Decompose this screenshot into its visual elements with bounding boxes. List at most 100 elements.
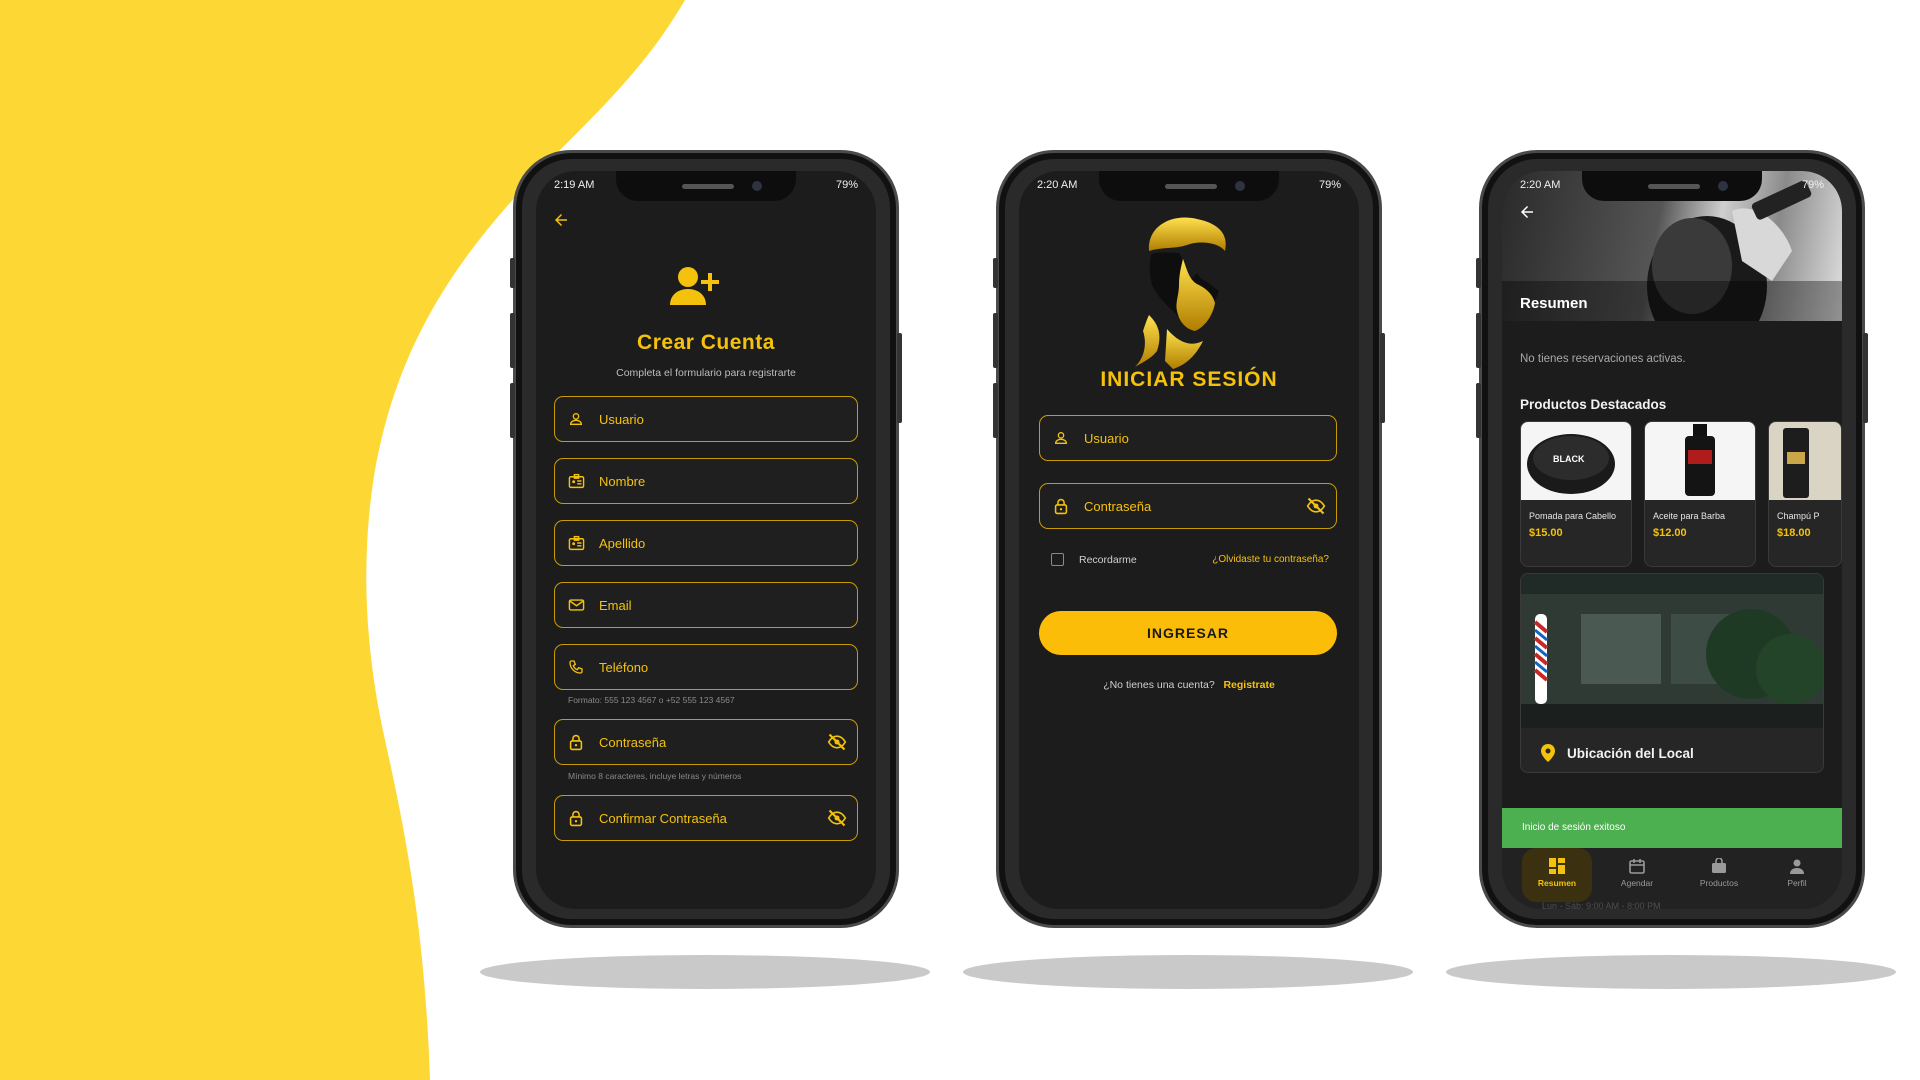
password-label: Contraseña (1084, 498, 1152, 514)
nav-resumen[interactable]: Resumen (1522, 848, 1592, 902)
badge-icon (567, 534, 585, 552)
phone-icon (567, 658, 585, 676)
nav-perfil[interactable]: Perfil (1762, 848, 1832, 902)
phone-login: 2:20 AM 79% INICIAR SESIÓN Usuario Contr… (993, 150, 1385, 928)
status-bar: 2:20 AM 79% (1019, 179, 1359, 197)
product-card[interactable]: BLACK Pomada para Cabello $15.00 (1520, 421, 1632, 567)
password-hint: Mínimo 8 caracteres, incluye letras y nú… (568, 771, 742, 781)
person-icon (567, 410, 585, 428)
phone-hint: Formato: 555 123 4567 o +52 555 123 4567 (568, 695, 735, 705)
product-price: $15.00 (1529, 527, 1563, 539)
nav-productos[interactable]: Productos (1684, 848, 1754, 902)
product-image (1769, 422, 1841, 500)
lastname-label: Apellido (599, 535, 646, 551)
eye-off-icon[interactable] (1306, 497, 1326, 520)
eye-off-icon[interactable] (827, 809, 847, 832)
remember-label: Recordarme (1079, 554, 1137, 566)
login-button[interactable]: INGRESAR (1039, 611, 1337, 655)
product-name: Pomada para Cabello (1529, 511, 1617, 521)
nav-label: Agendar (1620, 878, 1654, 888)
nav-label: Productos (1699, 878, 1739, 888)
product-price: $18.00 (1777, 527, 1811, 539)
status-time: 2:20 AM (1520, 179, 1561, 191)
products-section-title: Productos Destacados (1520, 397, 1667, 412)
arrow-left-icon[interactable] (552, 211, 570, 235)
password-field[interactable]: Contraseña (554, 719, 858, 765)
location-pin-icon (1541, 744, 1555, 767)
person-icon (1052, 429, 1070, 447)
product-card[interactable]: Champú P $18.00 (1768, 421, 1842, 567)
bag-icon (1712, 858, 1726, 873)
password-field[interactable]: Contraseña (1039, 483, 1337, 529)
email-label: Email (599, 597, 632, 613)
product-image (1645, 422, 1755, 500)
username-label: Usuario (599, 411, 644, 427)
battery-level: 79% (835, 179, 858, 191)
toast-text: Inicio de sesión exitoso (1522, 822, 1626, 833)
phone-shadow (480, 955, 930, 989)
username-label: Usuario (1084, 430, 1129, 446)
page-title: Crear Cuenta (637, 331, 775, 354)
lock-icon (1052, 497, 1070, 515)
location-card[interactable]: Ubicación del Local (1520, 573, 1824, 773)
status-bar: 2:20 AM 79% (1502, 179, 1842, 197)
svg-text:BLACK: BLACK (1553, 454, 1585, 464)
confirm-password-label: Confirmar Contraseña (599, 810, 727, 826)
phone-dashboard: 2:20 AM 79% Resumen No tienes reservacio… (1476, 150, 1868, 928)
nav-agendar[interactable]: Agendar (1602, 848, 1672, 902)
remember-checkbox[interactable] (1051, 553, 1064, 566)
barber-logo (1127, 211, 1239, 376)
product-price: $12.00 (1653, 527, 1687, 539)
register-link[interactable]: Registrate (1223, 679, 1274, 691)
status-bar: 2:19 AM 79% (536, 179, 876, 197)
phone-register: 2:19 AM 79% Crear Cuenta Completa el for… (510, 150, 902, 928)
product-name: Aceite para Barba (1653, 511, 1726, 521)
phone-shadow (1446, 955, 1896, 989)
phone-shadow (963, 955, 1413, 989)
lock-icon (567, 809, 585, 827)
toast-success: Inicio de sesión exitoso (1502, 808, 1842, 848)
register-screen: 2:19 AM 79% Crear Cuenta Completa el for… (536, 171, 876, 909)
location-photo (1521, 574, 1823, 728)
arrow-left-icon[interactable] (1518, 203, 1536, 227)
dashboard-icon (1549, 858, 1565, 874)
nav-label: Resumen (1537, 878, 1577, 888)
no-reservations-text: No tienes reservaciones activas. (1520, 353, 1686, 365)
phone-label: Teléfono (599, 659, 649, 675)
page-subtitle: Completa el formulario para registrarte (616, 367, 796, 379)
person-icon (1790, 859, 1804, 874)
hours-text-partial: Lun - Sáb: 9:00 AM - 8:00 PM (1542, 901, 1661, 909)
person-add-icon (668, 265, 720, 314)
battery-level: 79% (1318, 179, 1341, 191)
mail-icon (567, 596, 585, 614)
product-image: BLACK (1521, 422, 1631, 500)
name-field[interactable]: Nombre (554, 458, 858, 504)
status-time: 2:19 AM (554, 179, 595, 191)
location-title: Ubicación del Local (1567, 746, 1694, 761)
name-label: Nombre (599, 473, 646, 489)
battery-level: 79% (1801, 179, 1824, 191)
lastname-field[interactable]: Apellido (554, 520, 858, 566)
eye-off-icon[interactable] (827, 733, 847, 756)
username-field[interactable]: Usuario (554, 396, 858, 442)
status-time: 2:20 AM (1037, 179, 1078, 191)
login-screen: 2:20 AM 79% INICIAR SESIÓN Usuario Contr… (1019, 171, 1359, 909)
nav-label: Perfil (1787, 878, 1807, 888)
password-label: Contraseña (599, 734, 667, 750)
stage: 2:19 AM 79% Crear Cuenta Completa el for… (0, 0, 1920, 1080)
phone-field[interactable]: Teléfono (554, 644, 858, 690)
calendar-icon (1629, 859, 1645, 874)
lock-icon (567, 733, 585, 751)
confirm-password-field[interactable]: Confirmar Contraseña (554, 795, 858, 841)
dashboard-screen: 2:20 AM 79% Resumen No tienes reservacio… (1502, 171, 1842, 909)
page-title: INICIAR SESIÓN (1100, 368, 1278, 391)
product-card[interactable]: Aceite para Barba $12.00 (1644, 421, 1756, 567)
forgot-password-link[interactable]: ¿Olvidaste tu contraseña? (1212, 554, 1329, 565)
bottom-nav: Resumen Agendar Productos Perfil (1502, 848, 1842, 909)
badge-icon (567, 472, 585, 490)
signup-prompt: ¿No tienes una cuenta? Registrate (1019, 679, 1359, 691)
username-field[interactable]: Usuario (1039, 415, 1337, 461)
header-title: Resumen (1520, 295, 1588, 312)
email-field[interactable]: Email (554, 582, 858, 628)
no-account-text: ¿No tienes una cuenta? (1103, 679, 1215, 691)
